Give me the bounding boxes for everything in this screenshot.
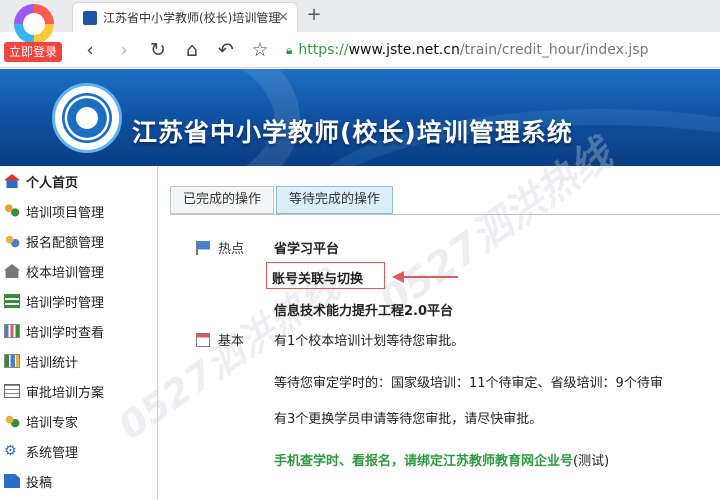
address-bar[interactable]: 🔒︎ https:// www.jste.net.cn /train/credi…	[286, 38, 720, 62]
mobile-link-suffix: (测试)	[573, 454, 610, 469]
sidebar-item-label: 系统管理	[26, 445, 79, 461]
flag-icon	[196, 240, 210, 255]
sidebar-item-label: 培训学时管理	[26, 295, 105, 311]
tab-completed[interactable]: 已完成的操作	[170, 186, 275, 214]
document-icon	[4, 384, 20, 398]
reload-icon[interactable]: ↻	[146, 38, 170, 62]
sidebar-item-home[interactable]: 个人首页	[0, 166, 157, 196]
site-banner: 江苏省中小学教师(校长)培训管理系统	[0, 69, 720, 166]
browser-navbar: ‹ › ↻ ⌂ ↶ ☆ 🔒︎ https:// www.jste.net.cn …	[0, 32, 720, 68]
submit-icon	[4, 474, 20, 488]
people-icon	[4, 204, 20, 218]
basic-notice-hours[interactable]: 等待您审定学时的：国家级培训：11个待审定、省级培训：9个待审	[274, 372, 663, 391]
sidebar-item-label: 培训项目管理	[26, 205, 105, 221]
sidebar-item-label: 个人首页	[26, 175, 79, 191]
sidebar-item-label: 校本培训管理	[26, 265, 105, 281]
url-host: www.jste.net.cn	[348, 42, 460, 58]
sidebar-item-label: 培训学时查看	[26, 325, 105, 341]
expert-icon	[4, 414, 20, 428]
calendar-icon	[196, 332, 210, 347]
site-title: 江苏省中小学教师(校长)培训管理系统	[132, 118, 573, 147]
hot-link-it-platform[interactable]: 信息技术能力提升工程2.0平台	[274, 300, 453, 319]
sidebar-item-submit[interactable]: 投稿	[0, 466, 157, 496]
sidebar-item-label: 培训统计	[26, 355, 79, 371]
site-favicon-icon	[83, 10, 97, 25]
sidebar-item-hours-view[interactable]: 培训学时查看	[0, 316, 157, 346]
group-icon	[4, 234, 20, 248]
forward-icon[interactable]: ›	[112, 38, 136, 62]
sidebar-item-hours-manage[interactable]: 培训学时管理	[0, 286, 157, 316]
sidebar-item-projects[interactable]: 培训项目管理	[0, 196, 157, 226]
tab-title: 江苏省中小学教师(校长)培训管理	[103, 11, 281, 25]
url-path: /train/credit_hour/index.jsp	[459, 42, 649, 58]
mobile-link-text[interactable]: 手机查学时、看报名，请绑定江苏教师教育网企业号	[274, 454, 573, 469]
basic-notice-plan[interactable]: 有1个校本培训计划等待您审批。	[274, 330, 464, 349]
hot-section-label: 热点	[196, 238, 244, 257]
sidebar-item-label: 审批培训方案	[26, 385, 105, 401]
undo-icon[interactable]: ↶	[214, 38, 238, 62]
main-content: 0527泗洪热线 0527泗洪热线 已完成的操作 等待完成的操作 热点 省学习平…	[111, 132, 720, 500]
gear-icon: ⚙	[4, 443, 17, 459]
sidebar-item-label: 投稿	[26, 475, 53, 491]
back-icon[interactable]: ‹	[78, 38, 102, 62]
browser-tab[interactable]: 江苏省中小学教师(校长)培训管理 ×	[72, 2, 298, 32]
stats-icon	[4, 354, 20, 368]
sidebar-item-statistics[interactable]: 培训统计	[0, 346, 157, 376]
tab-close-icon[interactable]: ×	[277, 9, 289, 25]
sidebar-item-label: 培训专家	[26, 415, 79, 431]
bookmark-star-icon[interactable]: ☆	[248, 38, 272, 62]
basic-link-mobile[interactable]: 手机查学时、看报名，请绑定江苏教师教育网企业号(测试)	[274, 450, 609, 469]
sidebar: 个人首页 培训项目管理 报名配额管理 校本培训管理 培训学时管理 培训学时查看 …	[0, 166, 158, 500]
chart-icon	[4, 324, 20, 338]
operation-tabs: 已完成的操作 等待完成的操作	[170, 186, 395, 214]
hot-label-text: 热点	[218, 242, 245, 257]
table-icon	[4, 294, 20, 308]
login-button[interactable]: 立即登录	[4, 42, 62, 62]
url-scheme: https://	[298, 42, 349, 58]
sidebar-item-label: 报名配额管理	[26, 235, 105, 251]
new-tab-button[interactable]: +	[304, 4, 324, 25]
basic-label-text: 基本	[218, 334, 245, 349]
home-nav-icon[interactable]: ⌂	[180, 38, 204, 62]
hot-link-province-platform[interactable]: 省学习平台	[274, 238, 339, 257]
sidebar-item-quota[interactable]: 报名配额管理	[0, 226, 157, 256]
basic-notice-replace[interactable]: 有3个更换学员申请等待您审批，请尽快审批。	[274, 408, 542, 427]
browser-tabbar: 江苏省中小学教师(校长)培训管理 × +	[0, 0, 720, 32]
lock-icon: 🔒︎	[286, 42, 293, 57]
sidebar-item-school-training[interactable]: 校本培训管理	[0, 256, 157, 286]
highlight-arrow-icon	[392, 271, 458, 283]
browser-logo-icon	[14, 4, 54, 44]
tab-pending[interactable]: 等待完成的操作	[276, 186, 394, 214]
site-emblem-icon	[52, 83, 122, 153]
basic-section-label: 基本	[196, 330, 244, 349]
school-icon	[4, 264, 20, 278]
highlight-box	[266, 262, 385, 289]
home-icon	[4, 174, 20, 188]
tabs-divider	[170, 214, 720, 215]
